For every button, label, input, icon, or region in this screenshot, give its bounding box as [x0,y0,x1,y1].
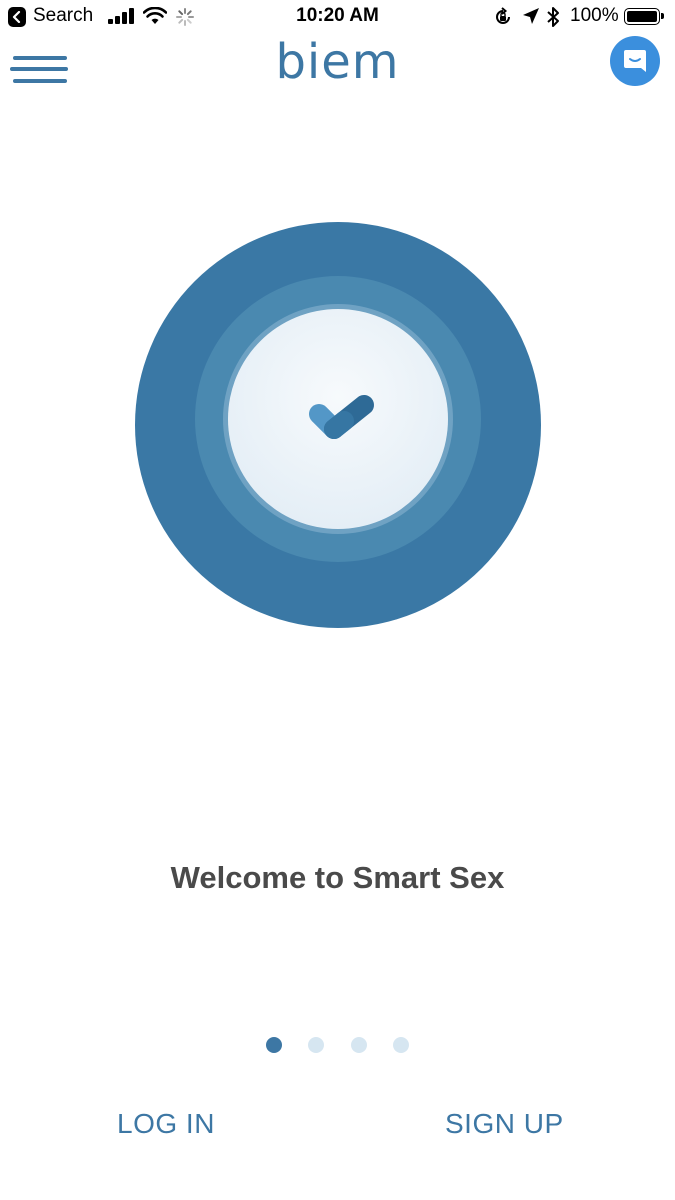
page-dot-2[interactable] [308,1037,324,1053]
status-bar: Search 10:20 AM 100% [0,0,675,36]
chat-button[interactable] [610,36,660,86]
check-illustration [135,222,541,628]
battery-icon [624,8,664,25]
welcome-screen: Search 10:20 AM 100% biem Welcome to Sma… [0,0,675,1200]
login-button[interactable]: LOG IN [117,1108,215,1140]
page-dot-1[interactable] [266,1037,282,1053]
signup-button[interactable]: SIGN UP [445,1108,564,1140]
welcome-heading: Welcome to Smart Sex [170,860,505,895]
battery-percent: 100% [570,5,619,26]
page-indicator [0,1037,675,1053]
bluetooth-icon [547,7,559,27]
app-logo: biem [275,34,400,90]
location-arrow-icon [523,8,539,24]
page-dot-4[interactable] [393,1037,409,1053]
page-dot-3[interactable] [351,1037,367,1053]
orientation-lock-icon [496,7,510,24]
chat-bubble-icon [624,50,646,72]
